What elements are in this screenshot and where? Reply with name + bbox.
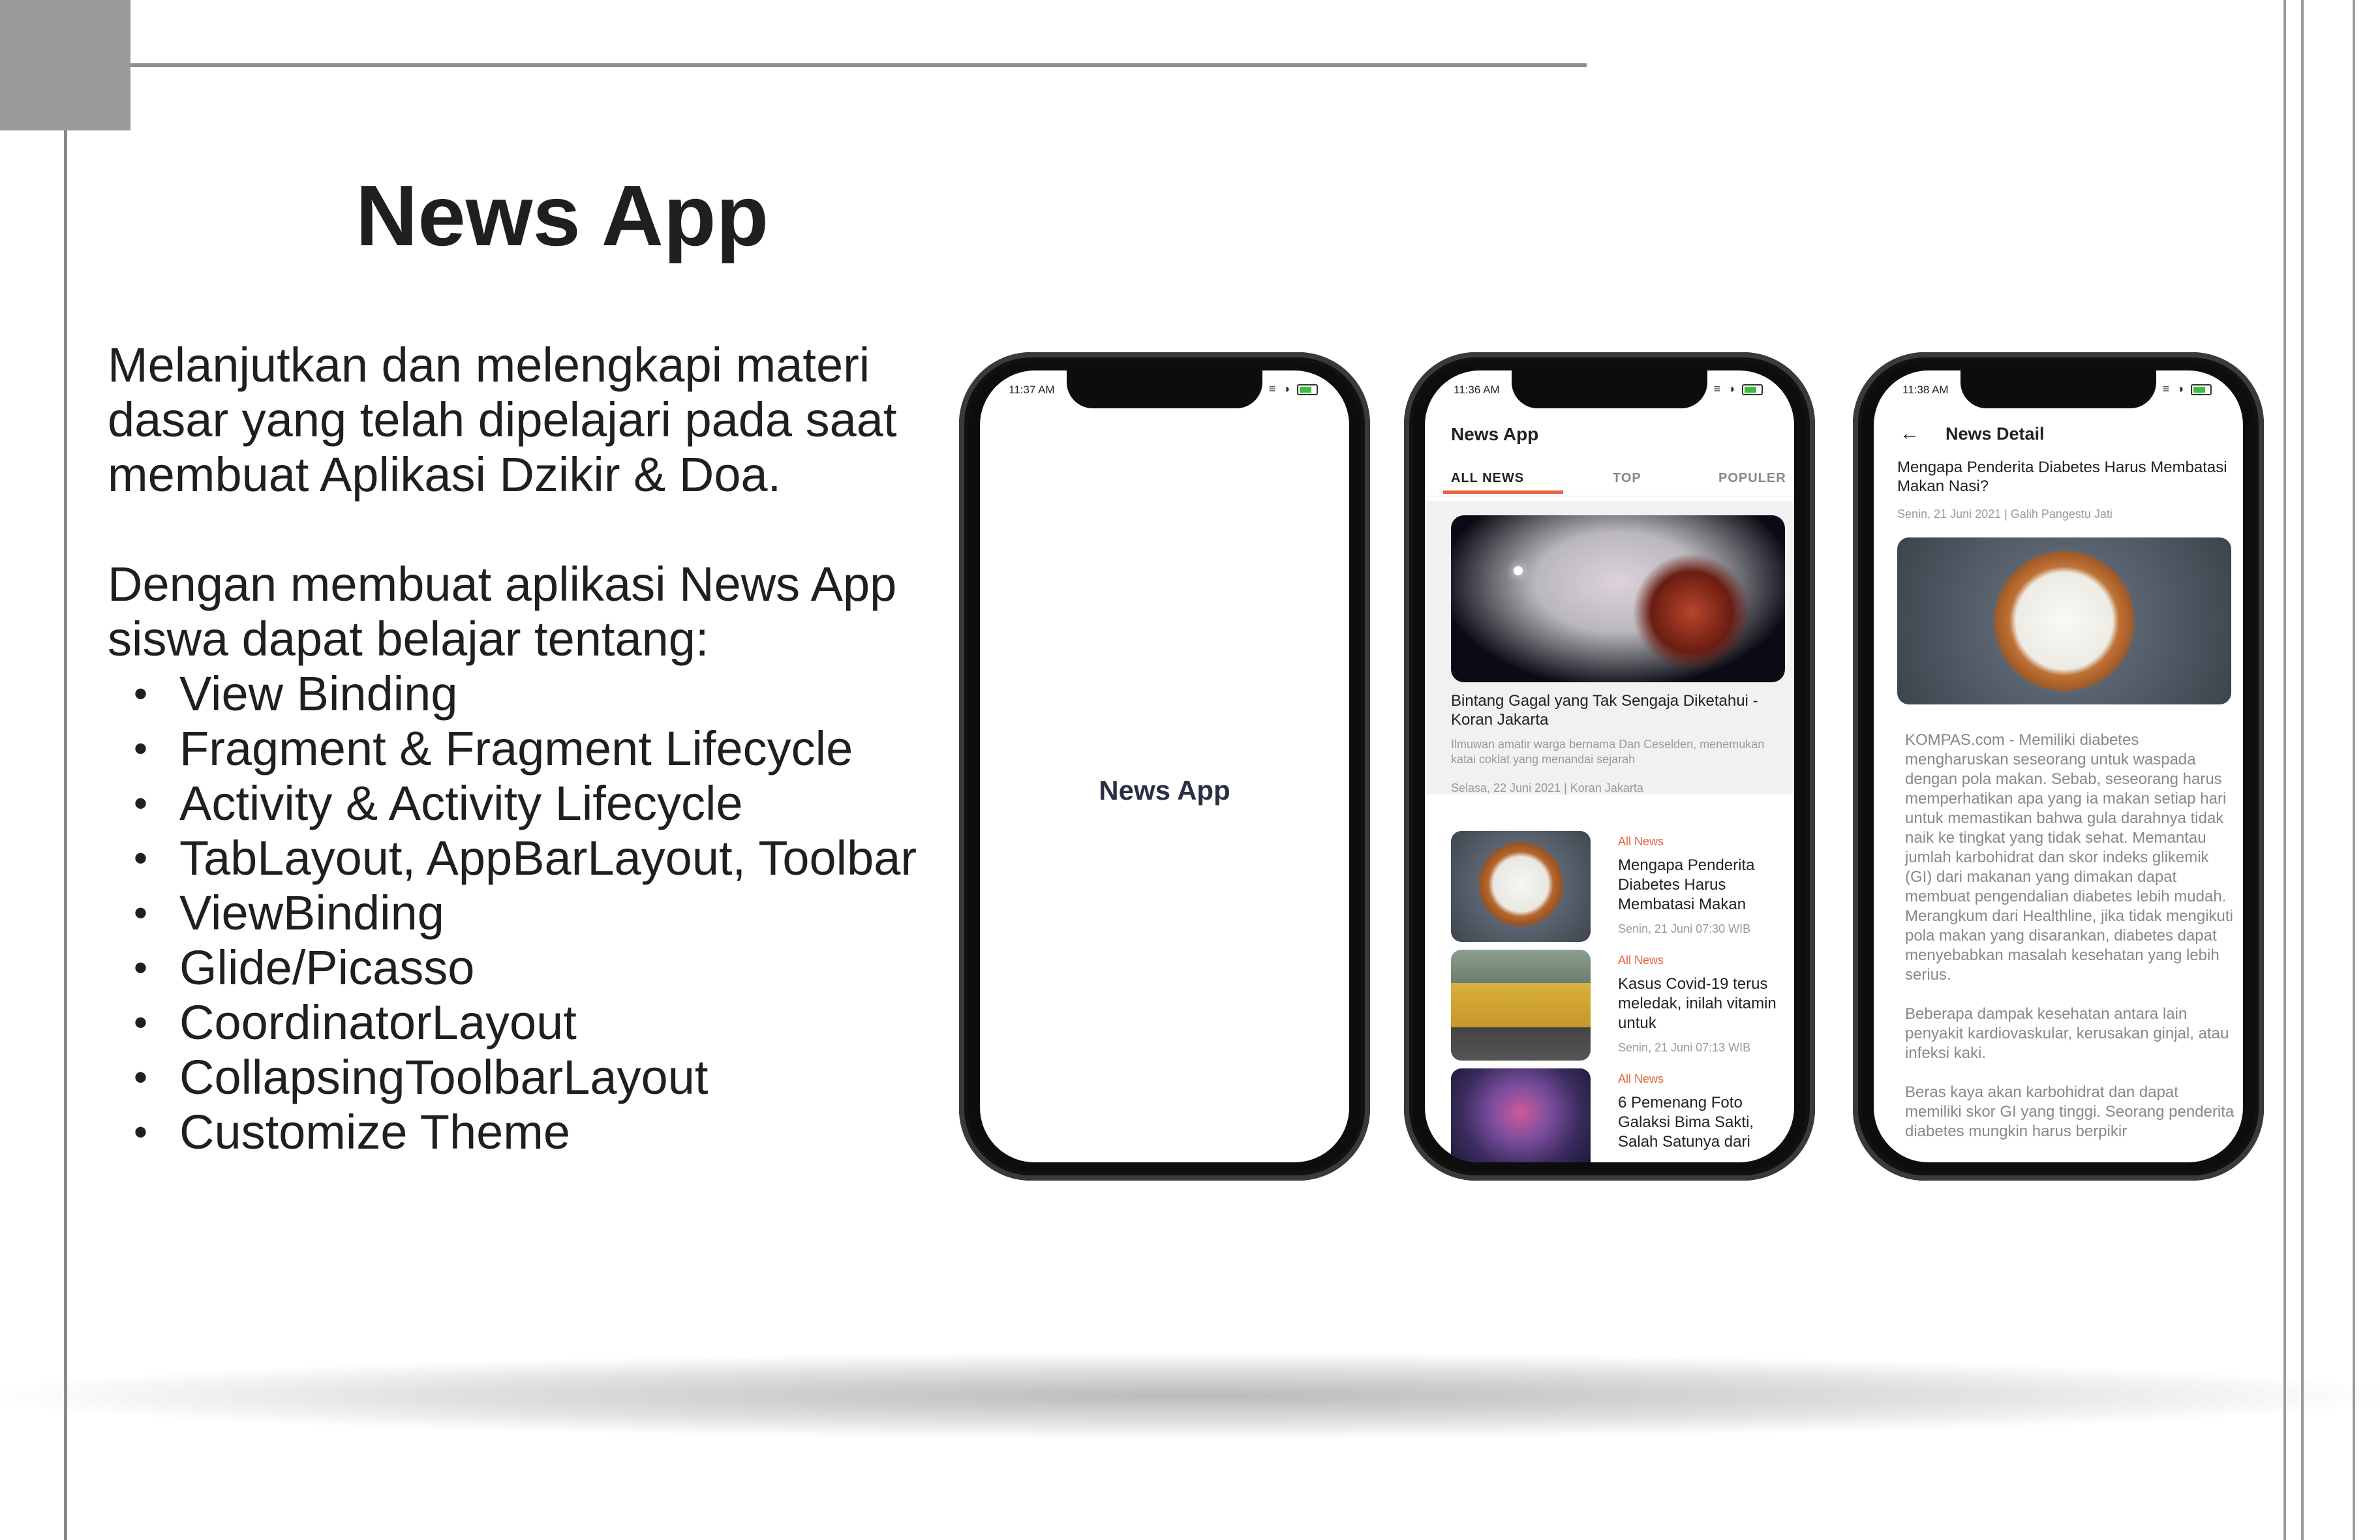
topic-item: • Activity & Activity Lifecycle: [134, 776, 743, 830]
topic-item: • View Binding: [134, 667, 458, 721]
news-detail-screen: 11:38 AM ≡ ◑ ← News Detail Mengapa Pende…: [1874, 370, 2243, 1162]
bullet-icon: •: [134, 946, 148, 989]
article-paragraph: Beberapa dampak kesehatan antara lain pe…: [1905, 1005, 2229, 1062]
news-meta: Senin, 21 Juni 07:30 WIB: [1618, 922, 1751, 935]
bullet-icon: •: [134, 1055, 148, 1099]
topic-item: • CollapsingToolbarLayout: [134, 1050, 709, 1104]
right-divider: [2353, 0, 2355, 1540]
topic-item: • Customize Theme: [134, 1105, 571, 1159]
splash-screen: 11:37 AM ≡ ◑ News App: [980, 370, 1349, 1162]
tab-indicator: [1443, 491, 1563, 494]
status-time: 11:36 AM: [1454, 384, 1500, 396]
bullet-icon: •: [134, 781, 148, 825]
back-arrow-icon[interactable]: ←: [1900, 423, 1919, 445]
article-image: [1897, 537, 2231, 704]
bullet-icon: •: [134, 836, 148, 880]
headline-image: [1451, 515, 1785, 682]
battery-icon: [2191, 384, 2212, 395]
battery-icon: [1297, 384, 1318, 395]
topic-list: • View Binding • Fragment & Fragment Lifec…: [108, 667, 982, 1160]
phone-notch: [1960, 370, 2156, 408]
corner-accent-block: [0, 0, 130, 130]
bullet-icon: •: [134, 1110, 148, 1154]
news-list-item[interactable]: All News Mengapa Penderita Diabetes Haru…: [1451, 831, 1790, 942]
star-glow: [1514, 566, 1523, 575]
topic-item: • Fragment & Fragment Lifecycle: [134, 721, 853, 776]
phone-detail-mockup: 11:38 AM ≡ ◑ ← News Detail Mengapa Pende…: [1853, 352, 2264, 1181]
news-thumbnail: [1451, 1068, 1591, 1162]
topic-item: • Glide/Picasso: [134, 941, 475, 995]
status-time: 11:38 AM: [1902, 384, 1949, 396]
tab-all-news[interactable]: ALL NEWS: [1451, 471, 1524, 486]
left-divider: [64, 130, 67, 1540]
status-icons: ≡ ◑: [1269, 382, 1318, 396]
top-divider: [130, 63, 1587, 67]
news-category: All News: [1618, 954, 1664, 967]
phone-notch: [1512, 370, 1707, 408]
intro-paragraph: Melanjutkan dan melengkapi materi dasar …: [108, 338, 897, 502]
bottom-shadow: [0, 1353, 2380, 1438]
news-category: All News: [1618, 835, 1664, 848]
headline-meta: Selasa, 22 Juni 2021 | Koran Jakarta: [1451, 781, 1643, 794]
toolbar-title: News App: [1451, 424, 1539, 444]
article-paragraph: Beras kaya akan karbohidrat dan dapat me…: [1905, 1083, 2235, 1140]
tab-top[interactable]: TOP: [1613, 471, 1641, 486]
slide-body: Melanjutkan dan melengkapi materi dasar …: [108, 338, 982, 1160]
right-divider: [2283, 0, 2286, 1540]
splash-app-name: News App: [1099, 775, 1230, 806]
phone-notch: [1067, 370, 1262, 408]
news-category: All News: [1618, 1072, 1664, 1085]
headline-description: Ilmuwan amatir warga bernama Dan Ceselde…: [1451, 738, 1765, 766]
right-divider: [2301, 0, 2304, 1540]
news-list-item[interactable]: All News Kasus Covid-19 terus meledak, i…: [1451, 950, 1790, 1061]
news-thumbnail: [1451, 831, 1591, 942]
phone-list-mockup: 11:36 AM ≡ ◑ News App ALL NEWS TOP POPUL…: [1404, 352, 1815, 1181]
status-icons: ≡ ◑: [1714, 382, 1763, 396]
bullet-icon: •: [134, 891, 148, 935]
bullet-icon: •: [134, 672, 148, 716]
headline-title: Bintang Gagal yang Tak Sengaja Diketahui…: [1451, 692, 1758, 729]
battery-icon: [1742, 384, 1763, 395]
bullet-icon: •: [134, 1001, 148, 1044]
news-meta: Senin, 21 Juni 07:13 WIB: [1618, 1041, 1751, 1054]
topic-item: • ViewBinding: [134, 886, 444, 940]
news-list-screen: 11:36 AM ≡ ◑ News App ALL NEWS TOP POPUL…: [1425, 370, 1794, 1162]
news-title: Mengapa Penderita Diabetes Harus Membata…: [1618, 856, 1755, 913]
news-list-item[interactable]: All News 6 Pemenang Foto Galaksi Bima Sa…: [1451, 1068, 1790, 1162]
topic-item: • CoordinatorLayout: [134, 995, 577, 1049]
article-title: Mengapa Penderita Diabetes Harus Membata…: [1897, 459, 2227, 495]
article-meta: Senin, 21 Juni 2021 | Galih Pangestu Jat…: [1897, 507, 2113, 521]
news-title: Kasus Covid-19 terus meledak, inilah vit…: [1618, 975, 1777, 1032]
status-icons: ≡ ◑: [2163, 382, 2212, 396]
slide-title: News App: [356, 168, 769, 264]
topic-item: • TabLayout, AppBarLayout, Toolbar: [134, 831, 917, 885]
toolbar-title: News Detail: [1945, 424, 2045, 444]
article-paragraph: KOMPAS.com - Memiliki diabetes mengharus…: [1905, 731, 2233, 984]
news-title: 6 Pemenang Foto Galaksi Bima Sakti, Sala…: [1618, 1094, 1754, 1151]
phone-splash-mockup: 11:37 AM ≡ ◑ News App: [959, 352, 1370, 1181]
tab-populer[interactable]: POPULER: [1718, 471, 1786, 486]
status-time: 11:37 AM: [1009, 384, 1055, 396]
article-body: KOMPAS.com - Memiliki diabetes mengharus…: [1905, 731, 2238, 1161]
news-thumbnail: [1451, 950, 1591, 1061]
bullet-icon: •: [134, 727, 148, 770]
learning-intro: Dengan membuat aplikasi News App siswa d…: [108, 557, 897, 666]
